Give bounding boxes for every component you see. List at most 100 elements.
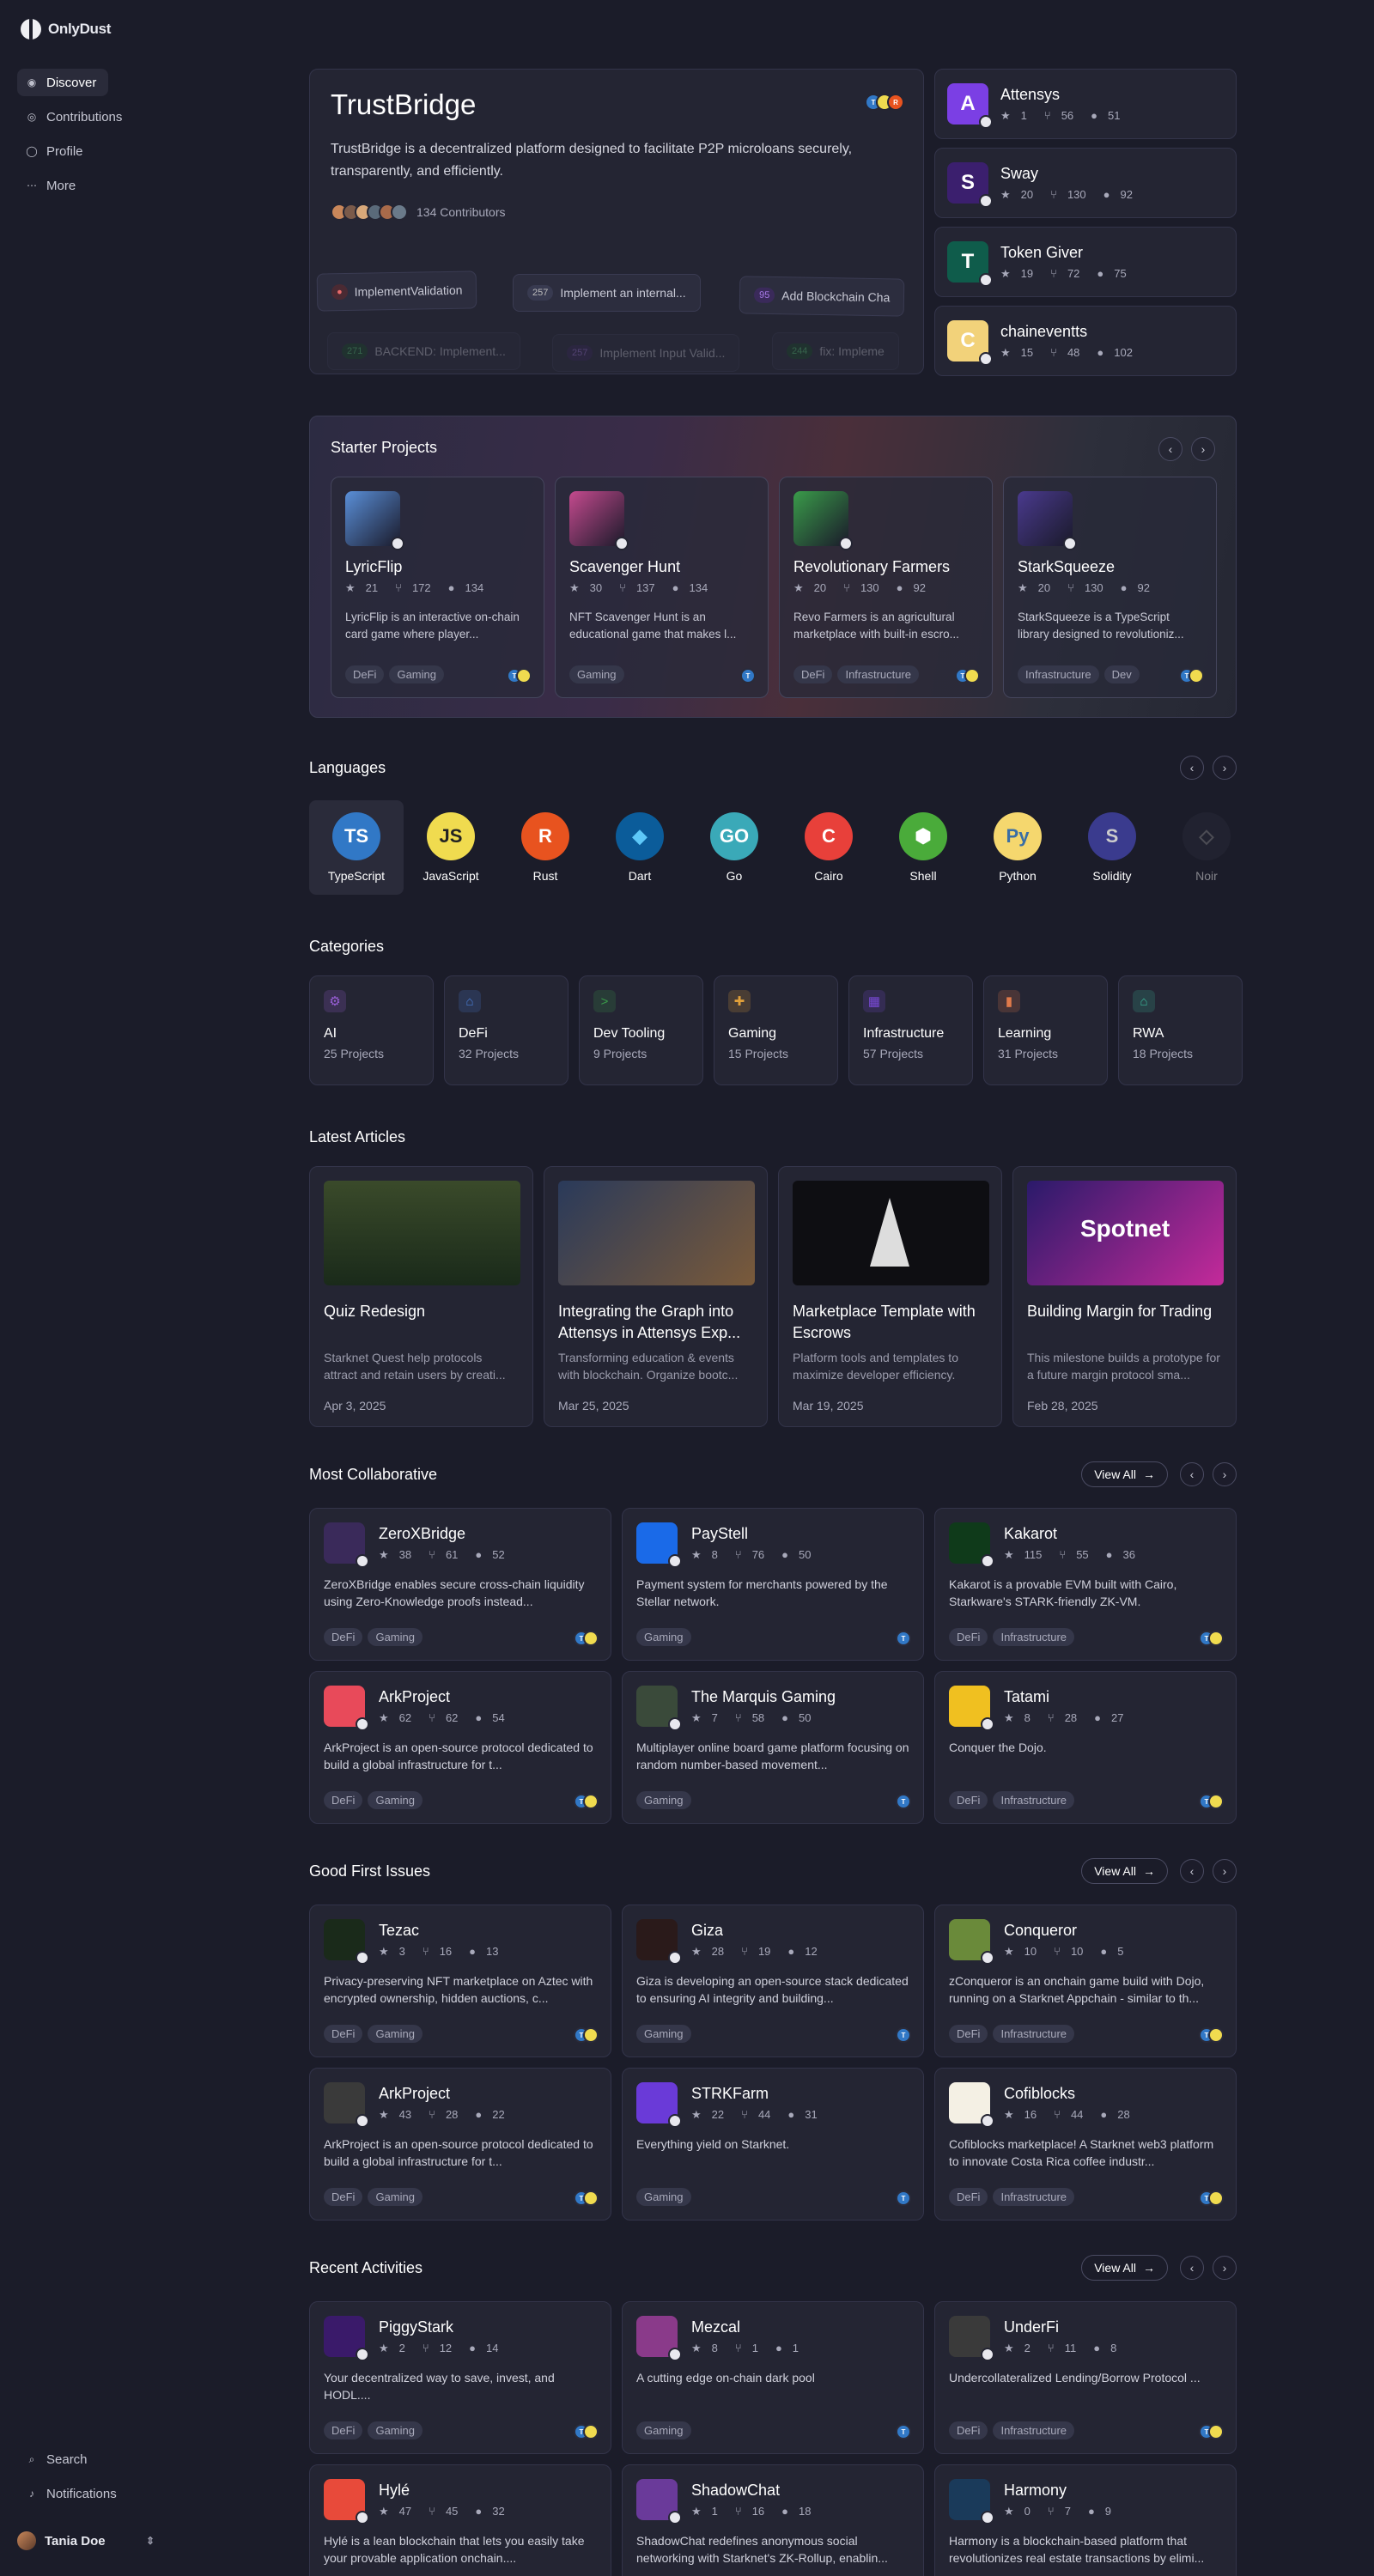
issue-pill[interactable]: 257 Implement an internal...	[513, 274, 701, 312]
article-date: Mar 19, 2025	[793, 1399, 864, 1413]
previous-arrow-icon[interactable]: ‹	[1180, 1859, 1204, 1883]
project-description: Multiplayer online board game platform f…	[636, 1741, 909, 1771]
category-card[interactable]: ⌂ RWA 18 Projects	[1118, 975, 1243, 1085]
ecosystem-badge-icon	[668, 1951, 682, 1965]
forks-count: 1	[751, 2341, 758, 2354]
project-card[interactable]: The Marquis Gaming ★ 7 ⑂ 58 ● 50 Multiplayer on…	[622, 1671, 924, 1824]
project-card[interactable]: S Sway ★ 20 ⑂ 130 ● 92	[934, 148, 1237, 218]
nav-item-search[interactable]: ⌕ Search	[17, 2445, 100, 2473]
project-card[interactable]: Tatami ★ 8 ⑂ 28 ● 27 Conquer the Dojo. DeFi Infra…	[934, 1671, 1237, 1824]
nav-item-discover[interactable]: ◉ Discover	[17, 69, 109, 96]
article-card[interactable]: Integrating the Graph into Attensys in A…	[544, 1166, 768, 1427]
previous-arrow-icon[interactable]: ‹	[1180, 2256, 1204, 2280]
language-rust[interactable]: R Rust	[498, 800, 593, 895]
project-name: ArkProject	[379, 1687, 451, 1705]
article-card[interactable]: Quiz Redesign Starknet Quest help protoco…	[309, 1166, 533, 1427]
project-card[interactable]: PayStell ★ 8 ⑂ 76 ● 50 Payment system for merch…	[622, 1508, 924, 1661]
project-card[interactable]: STRKFarm ★ 22 ⑂ 44 ● 31 Everything yield on Sta…	[622, 2068, 924, 2221]
issue-pill[interactable]: 271 BACKEND: Implement...	[327, 332, 520, 370]
stars-count: 15	[1020, 345, 1034, 359]
fork-icon: ⑂	[395, 581, 402, 594]
issue-pill[interactable]: 244 fix: Impleme	[772, 332, 899, 370]
project-card[interactable]: A Attensys ★ 1 ⑂ 56 ● 51	[934, 69, 1237, 139]
forks-count: 58	[751, 1710, 765, 1724]
previous-arrow-icon[interactable]: ‹	[1158, 437, 1182, 461]
project-card[interactable]: Conqueror ★ 10 ⑂ 10 ● 5 zConqueror is an onchai…	[934, 1905, 1237, 2057]
project-card[interactable]: ArkProject ★ 62 ⑂ 62 ● 54 ArkProject is an open…	[309, 1671, 611, 1824]
language-go[interactable]: GO Go	[687, 800, 781, 895]
project-card[interactable]: Mezcal ★ 8 ⑂ 1 ● 1 A cutting edge on-chain dark…	[622, 2301, 924, 2454]
nav-item-notifications[interactable]: ♪ Notifications	[17, 2480, 129, 2507]
issue-pill[interactable]: ● ImplementValidation	[316, 270, 477, 312]
project-card[interactable]: Cchaineventts ★ 15 ⑂ 48 ● 102	[934, 306, 1237, 376]
previous-arrow-icon[interactable]: ‹	[1180, 756, 1204, 780]
fork-icon: ⑂	[1050, 266, 1057, 280]
javascript-icon	[1208, 2424, 1224, 2439]
project-stats: ★ 8 ⑂ 28 ● 27	[1004, 1711, 1124, 1725]
language-noir[interactable]: ◇ Noir	[1159, 800, 1254, 895]
project-card[interactable]: ZeroXBridge ★ 38 ⑂ 61 ● 52 ZeroXBridge enables …	[309, 1508, 611, 1661]
next-arrow-icon[interactable]: ›	[1213, 1462, 1237, 1486]
nav-item-contributions[interactable]: ◎ Contributions	[17, 103, 134, 131]
user-icon: ●	[1105, 1547, 1113, 1561]
view-all-button[interactable]: View All →	[1081, 1461, 1168, 1487]
category-card[interactable]: ⌂ DeFi 32 Projects	[444, 975, 568, 1085]
article-title: Integrating the Graph into Attensys in A…	[558, 1303, 741, 1341]
language-cairo[interactable]: C Cairo	[781, 800, 876, 895]
next-arrow-icon[interactable]: ›	[1213, 756, 1237, 780]
onlydust-logo[interactable]: OnlyDust	[21, 19, 111, 39]
user-menu[interactable]: Tania Doe ⇕	[17, 2531, 155, 2550]
project-card[interactable]: Giza ★ 28 ⑂ 19 ● 12 Giza is developing an open-…	[622, 1905, 924, 2057]
language-dart[interactable]: ◆ Dart	[593, 800, 687, 895]
next-arrow-icon[interactable]: ›	[1191, 437, 1215, 461]
language-shell[interactable]: ⬢ Shell	[876, 800, 970, 895]
starter-project-card[interactable]: StarkSqueeze ★ 20 ⑂ 130 ● 92 StarkSqueeze is a …	[1003, 477, 1217, 698]
language-solidity[interactable]: S Solidity	[1065, 800, 1159, 895]
nav-item-more[interactable]: ⋯ More	[17, 172, 88, 199]
category-card[interactable]: ▮ Learning 31 Projects	[983, 975, 1108, 1085]
next-arrow-icon[interactable]: ›	[1213, 1859, 1237, 1883]
next-arrow-icon[interactable]: ›	[1213, 2256, 1237, 2280]
language-python[interactable]: Py Python	[970, 800, 1065, 895]
project-stats: ★ 47 ⑂ 45 ● 32	[379, 2505, 505, 2518]
stars-count: 19	[1020, 266, 1034, 280]
project-card[interactable]: Hylé ★ 47 ⑂ 45 ● 32 Hylé is a lean blockchain t…	[309, 2464, 611, 2576]
project-card[interactable]: Harmony ★ 0 ⑂ 7 ● 9 Harmony is a blockchain-bas…	[934, 2464, 1237, 2576]
language-javascript[interactable]: JS JavaScript	[404, 800, 498, 895]
issue-pill[interactable]: 95 Add Blockchain Cha	[739, 276, 905, 317]
project-card[interactable]: Kakarot ★ 115 ⑂ 55 ● 36 Kakarot is a provable E…	[934, 1508, 1237, 1661]
project-stats: ★ 20 ⑂ 130 ● 92	[1018, 581, 1202, 595]
previous-arrow-icon[interactable]: ‹	[1180, 1462, 1204, 1486]
search-icon: ⌕	[28, 2452, 35, 2465]
project-logo	[949, 1919, 994, 1965]
category-card[interactable]: ✚ Gaming 15 Projects	[714, 975, 838, 1085]
project-card[interactable]: ArkProject ★ 43 ⑂ 28 ● 22 ArkProject is an open…	[309, 2068, 611, 2221]
project-card[interactable]: Tezac ★ 3 ⑂ 16 ● 13 Privacy-preserving NFT mark…	[309, 1905, 611, 2057]
category-card[interactable]: ⚙ AI 25 Projects	[309, 975, 434, 1085]
contributors-count: 8	[1110, 2341, 1117, 2354]
project-card[interactable]: Cofiblocks ★ 16 ⑂ 44 ● 28 Cofiblocks marketplac…	[934, 2068, 1237, 2221]
nav-item-profile[interactable]: ◯ Profile	[17, 137, 95, 165]
project-stats: ★ 30 ⑂ 137 ● 134	[569, 581, 754, 595]
starter-project-card[interactable]: Scavenger Hunt ★ 30 ⑂ 137 ● 134 NFT Scavenger H…	[555, 477, 769, 698]
project-card[interactable]: UnderFi ★ 2 ⑂ 11 ● 8 Undercollateralized Lendin…	[934, 2301, 1237, 2454]
starter-project-card[interactable]: Revolutionary Farmers ★ 20 ⑂ 130 ● 92 Revo Farm…	[779, 477, 993, 698]
starter-project-card[interactable]: LyricFlip ★ 21 ⑂ 172 ● 134 LyricFlip is an inte…	[331, 477, 544, 698]
language-name: Noir	[1195, 869, 1218, 883]
issue-pill[interactable]: 257 Implement Input Valid...	[552, 334, 740, 372]
view-all-button[interactable]: View All →	[1081, 1858, 1168, 1884]
view-all-button[interactable]: View All →	[1081, 2255, 1168, 2281]
category-card[interactable]: > Dev Tooling 9 Projects	[579, 975, 703, 1085]
language-typescript[interactable]: TS TypeScript	[309, 800, 404, 895]
article-card[interactable]: Spotnet Building Margin for Trading This m…	[1012, 1166, 1237, 1427]
project-stats: ★ 15 ⑂ 48 ● 102	[1000, 346, 1133, 360]
project-stats: ★ 21 ⑂ 172 ● 134	[345, 581, 530, 595]
article-card[interactable]: Marketplace Template with Escrows Platfor…	[778, 1166, 1002, 1427]
project-card[interactable]: T Token Giver ★ 19 ⑂ 72 ● 75	[934, 227, 1237, 297]
project-card[interactable]: PiggyStark ★ 2 ⑂ 12 ● 14 Your decentralized way…	[309, 2301, 611, 2454]
category-card[interactable]: ▦ Infrastructure 57 Projects	[848, 975, 973, 1085]
project-name: Hylé	[379, 2481, 410, 2499]
project-card[interactable]: ShadowChat ★ 1 ⑂ 16 ● 18 ShadowChat redefines a…	[622, 2464, 924, 2576]
featured-project-card[interactable]: TrustBridge T R TrustBridge is a decentr…	[309, 69, 924, 374]
category-tag: Dev	[1103, 665, 1140, 683]
